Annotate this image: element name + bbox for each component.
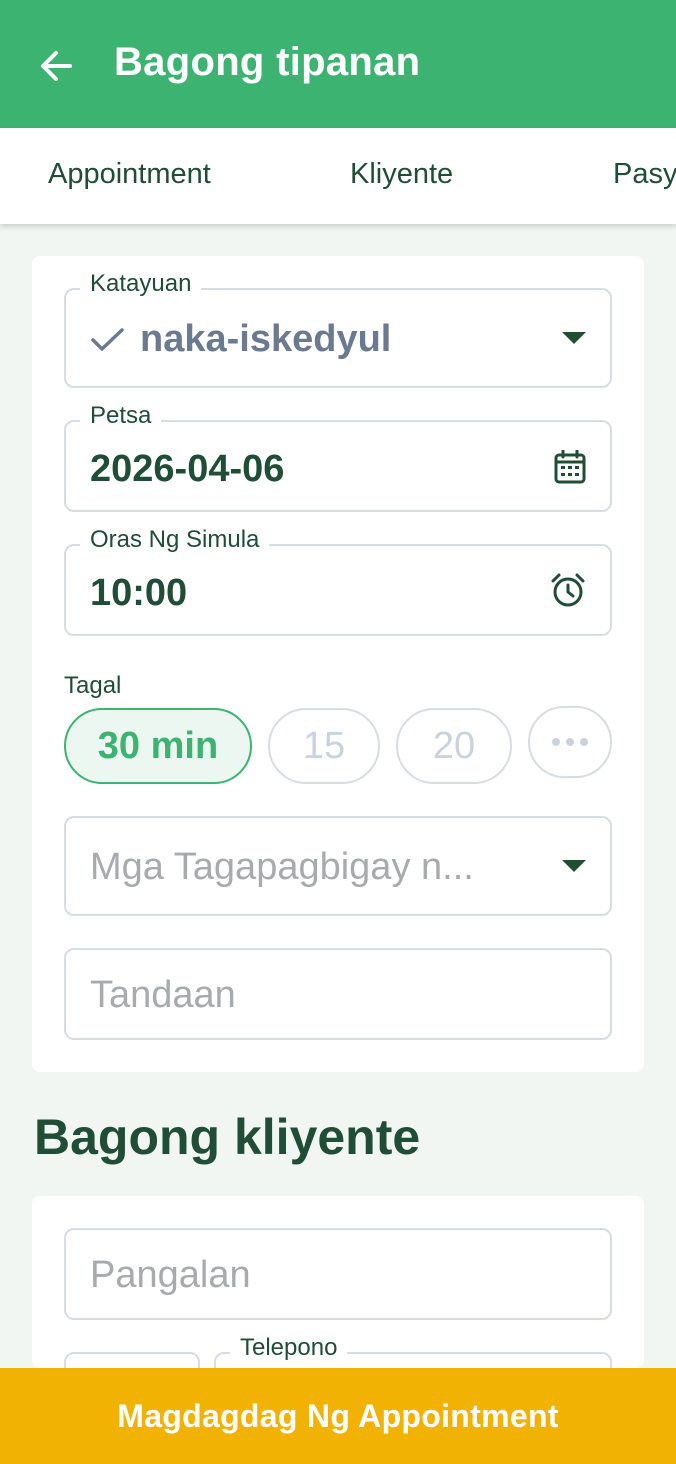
notes-field[interactable]: Tandaan: [64, 948, 612, 1040]
phone-label: Telepono: [230, 1334, 348, 1362]
appointment-card: Katayuan naka-iskedyul Petsa 2026-04-06 …: [32, 256, 644, 1072]
providers-dropdown[interactable]: Mga Tagapagbigay n...: [64, 816, 612, 916]
page-title: Bagong tipanan: [114, 40, 421, 84]
back-button[interactable]: [28, 38, 84, 94]
app-bar: Bagong tipanan: [0, 0, 676, 128]
calendar-icon[interactable]: [554, 450, 586, 484]
tab-kliyente[interactable]: Kliyente: [350, 158, 453, 191]
start-time-field[interactable]: Oras Ng Simula 10:00: [64, 526, 612, 636]
status-value: naka-iskedyul: [140, 318, 392, 360]
duration-label: Tagal: [64, 672, 122, 699]
providers-placeholder: Mga Tagapagbigay n...: [90, 846, 474, 888]
date-label: Petsa: [80, 402, 162, 430]
duration-chip-20[interactable]: 20: [396, 708, 512, 784]
duration-chip-30[interactable]: 30 min: [64, 708, 252, 784]
add-appointment-button[interactable]: Magdagdag Ng Appointment: [0, 1368, 676, 1464]
duration-more-button[interactable]: [528, 706, 612, 778]
alarm-icon[interactable]: [550, 572, 586, 608]
start-time-label: Oras Ng Simula: [80, 526, 270, 554]
notes-placeholder: Tandaan: [90, 974, 236, 1016]
status-dropdown[interactable]: Katayuan naka-iskedyul: [64, 270, 612, 388]
new-client-title: Bagong kliyente: [34, 1109, 421, 1165]
check-icon: [91, 328, 124, 351]
tab-appointment[interactable]: Appointment: [48, 158, 211, 191]
date-field[interactable]: Petsa 2026-04-06: [64, 402, 612, 512]
name-field[interactable]: Pangalan: [64, 1228, 612, 1320]
duration-chip-15[interactable]: 15: [268, 708, 380, 784]
tab-pasyente[interactable]: Pasy: [613, 158, 676, 191]
chevron-down-icon: [562, 860, 586, 872]
name-placeholder: Pangalan: [90, 1254, 251, 1296]
more-horizontal-icon: [552, 738, 588, 746]
status-label: Katayuan: [80, 270, 202, 298]
new-client-card: Pangalan Telepono: [32, 1196, 644, 1412]
date-value: 2026-04-06: [90, 448, 285, 490]
arrow-left-icon: [41, 51, 72, 81]
chevron-down-icon: [562, 332, 586, 344]
tab-bar: Appointment Kliyente Pasy: [0, 128, 676, 224]
start-time-value: 10:00: [90, 572, 188, 614]
